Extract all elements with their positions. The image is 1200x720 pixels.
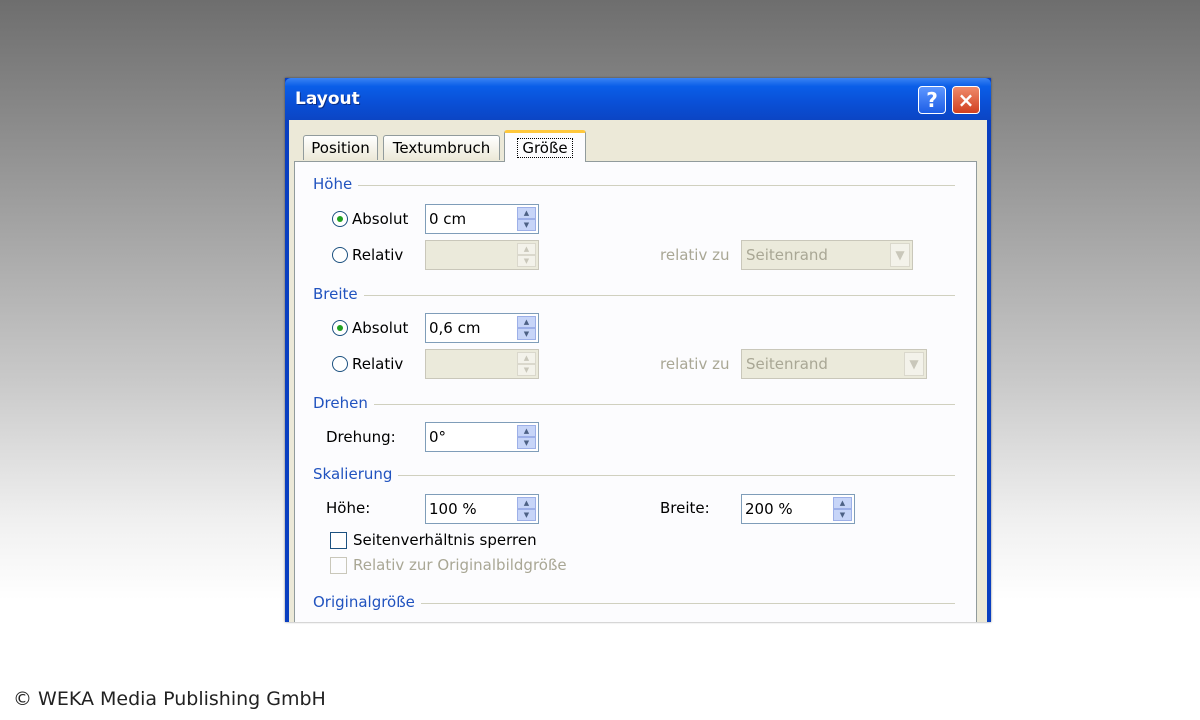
skalierung-breite-spinner[interactable]: ▲ ▼ [833, 497, 852, 521]
hoehe-absolut-label: Absolut [352, 210, 409, 228]
skalierung-hoehe-label: Höhe: [326, 499, 371, 517]
drehung-value: 0° [429, 428, 447, 446]
spin-down-icon[interactable]: ▼ [517, 437, 536, 449]
breite-absolut-radio[interactable] [332, 320, 348, 336]
breite-relativ-radio[interactable] [332, 356, 348, 372]
hoehe-relativ-radio[interactable] [332, 247, 348, 263]
relative-original-size-label: Relativ zur Originalbildgröße [353, 556, 567, 574]
skalierung-breite-value: 200 % [745, 500, 793, 518]
breite-group-line [355, 295, 955, 296]
help-icon: ? [926, 88, 938, 112]
hoehe-relativ-input[interactable]: ▲ ▼ [425, 240, 539, 270]
tab-groesse-label: Größe [517, 137, 573, 158]
copyright-text: © WEKA Media Publishing GmbH [13, 688, 326, 710]
spin-down-icon[interactable]: ▼ [517, 255, 536, 267]
hoehe-relativ-zu-label: relativ zu [660, 246, 730, 264]
relative-original-size-checkbox[interactable] [330, 557, 347, 574]
lock-aspect-ratio-checkbox[interactable] [330, 532, 347, 549]
hoehe-absolut-radio[interactable] [332, 211, 348, 227]
hoehe-relativ-zu-value: Seitenrand [746, 246, 828, 264]
spin-up-icon[interactable]: ▲ [517, 425, 536, 437]
hoehe-relativ-zu-select[interactable]: Seitenrand ▼ [741, 240, 913, 270]
breite-relativ-spinner[interactable]: ▲ ▼ [517, 352, 536, 376]
breite-relativ-zu-label: relativ zu [660, 355, 730, 373]
close-icon: × [957, 88, 975, 112]
breite-relativ-zu-value: Seitenrand [746, 355, 828, 373]
spin-down-icon[interactable]: ▼ [833, 509, 852, 521]
title-bar[interactable]: Layout ? × [285, 78, 991, 120]
breite-group-label: Breite [313, 285, 364, 303]
originalgroesse-group-line [415, 603, 955, 604]
spin-up-icon[interactable]: ▲ [517, 352, 536, 364]
dialog-client-area: Position Textumbruch Größe Höhe Absolut … [289, 120, 987, 622]
help-button[interactable]: ? [918, 86, 946, 114]
hoehe-group-line [355, 185, 955, 186]
drehen-group-line [370, 404, 955, 405]
hoehe-absolut-input[interactable]: 0 cm ▲ ▼ [425, 204, 539, 234]
hoehe-group-label: Höhe [313, 175, 359, 193]
skalierung-group-label: Skalierung [313, 465, 399, 483]
breite-absolut-input[interactable]: 0,6 cm ▲ ▼ [425, 313, 539, 343]
hoehe-absolut-spinner[interactable]: ▲ ▼ [517, 207, 536, 231]
chevron-down-icon[interactable]: ▼ [890, 243, 910, 267]
originalgroesse-group-label: Originalgröße [313, 593, 421, 611]
tab-position[interactable]: Position [303, 135, 378, 160]
skalierung-hoehe-spinner[interactable]: ▲ ▼ [517, 497, 536, 521]
close-button[interactable]: × [952, 86, 980, 114]
spin-up-icon[interactable]: ▲ [517, 497, 536, 509]
breite-absolut-spinner[interactable]: ▲ ▼ [517, 316, 536, 340]
tab-panel-groesse: Höhe Absolut 0 cm ▲ ▼ Relativ ▲ ▼ relati… [294, 161, 977, 622]
hoehe-absolut-value: 0 cm [429, 210, 467, 228]
breite-relativ-zu-select[interactable]: Seitenrand ▼ [741, 349, 927, 379]
lock-aspect-ratio-label: Seitenverhältnis sperren [353, 531, 537, 549]
spin-up-icon[interactable]: ▲ [517, 316, 536, 328]
drehung-input[interactable]: 0° ▲ ▼ [425, 422, 539, 452]
drehung-spinner[interactable]: ▲ ▼ [517, 425, 536, 449]
drehen-group-label: Drehen [313, 394, 374, 412]
spin-up-icon[interactable]: ▲ [517, 207, 536, 219]
tab-textumbruch[interactable]: Textumbruch [383, 135, 500, 160]
spin-down-icon[interactable]: ▼ [517, 219, 536, 231]
skalierung-group-line [390, 475, 955, 476]
drehung-label: Drehung: [326, 428, 396, 446]
spin-up-icon[interactable]: ▲ [517, 243, 536, 255]
breite-relativ-input[interactable]: ▲ ▼ [425, 349, 539, 379]
spin-up-icon[interactable]: ▲ [833, 497, 852, 509]
spin-down-icon[interactable]: ▼ [517, 328, 536, 340]
layout-dialog: Layout ? × Position Textumbruch Größe Hö… [285, 78, 991, 622]
breite-absolut-value: 0,6 cm [429, 319, 481, 337]
tab-position-label: Position [311, 139, 370, 157]
spin-down-icon[interactable]: ▼ [517, 509, 536, 521]
hoehe-relativ-label: Relativ [352, 246, 404, 264]
skalierung-hoehe-input[interactable]: 100 % ▲ ▼ [425, 494, 539, 524]
hoehe-relativ-spinner[interactable]: ▲ ▼ [517, 243, 536, 267]
breite-relativ-label: Relativ [352, 355, 404, 373]
dialog-title: Layout [295, 89, 360, 109]
chevron-down-icon[interactable]: ▼ [904, 352, 924, 376]
skalierung-hoehe-value: 100 % [429, 500, 477, 518]
breite-absolut-label: Absolut [352, 319, 409, 337]
skalierung-breite-input[interactable]: 200 % ▲ ▼ [741, 494, 855, 524]
skalierung-breite-label: Breite: [660, 499, 710, 517]
tab-groesse[interactable]: Größe [504, 130, 586, 162]
tab-textumbruch-label: Textumbruch [392, 139, 491, 157]
spin-down-icon[interactable]: ▼ [517, 364, 536, 376]
